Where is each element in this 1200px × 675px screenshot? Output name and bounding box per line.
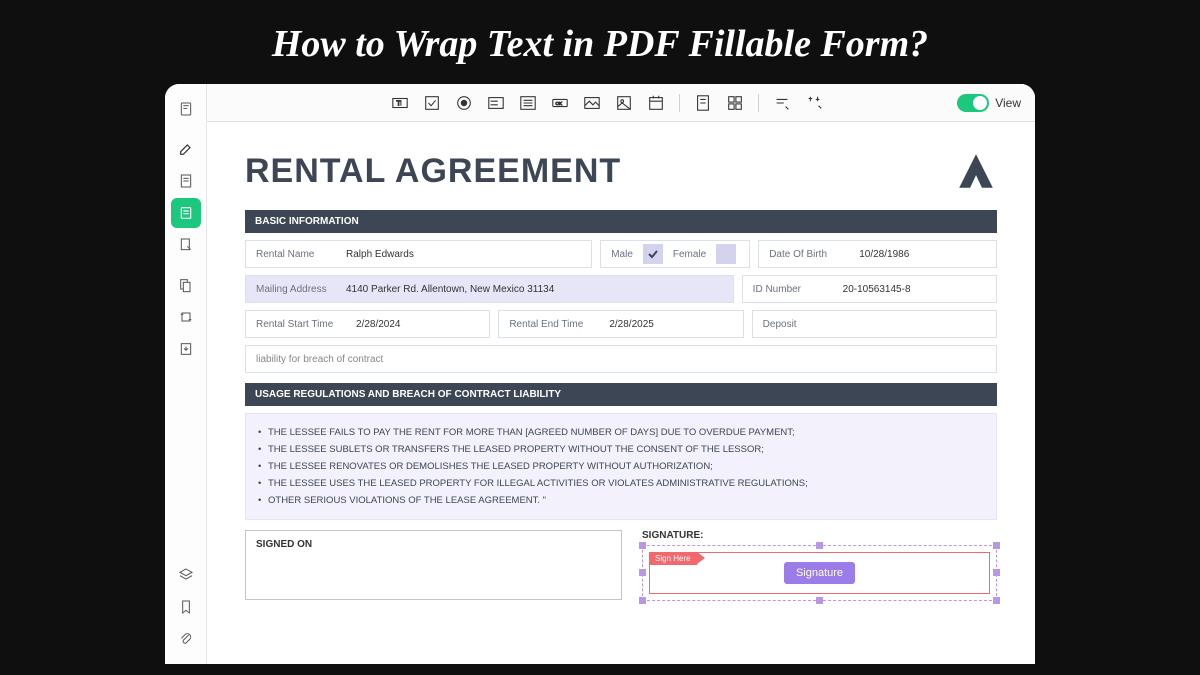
export-icon[interactable] <box>171 334 201 364</box>
resize-handle[interactable] <box>816 542 823 549</box>
checkbox-icon[interactable] <box>423 94 441 112</box>
resize-handle[interactable] <box>816 597 823 604</box>
highlight-icon[interactable] <box>171 134 201 164</box>
term-item: THE LESSEE USES THE LEASED PROPERTY FOR … <box>258 475 984 492</box>
liability-field[interactable]: liability for breach of contract <box>245 345 997 373</box>
text-field-icon[interactable]: T <box>391 94 409 112</box>
field-label: ID Number <box>753 284 843 295</box>
signature-field-selected[interactable]: Sign Here Signature <box>642 545 997 601</box>
term-item: THE LESSEE SUBLETS OR TRANSFERS THE LEAS… <box>258 441 984 458</box>
signature-label: SIGNATURE: <box>642 530 997 541</box>
id-number-field[interactable]: ID Number 20-10563145-8 <box>742 275 997 303</box>
resize-handle[interactable] <box>993 597 1000 604</box>
view-label: View <box>995 96 1021 110</box>
tools-icon[interactable] <box>805 94 823 112</box>
toolbar-separator <box>679 94 680 112</box>
main-area: T OK View R <box>207 84 1035 664</box>
field-value: 20-10563145-8 <box>843 284 911 295</box>
document-area: RENTAL AGREEMENT BASIC INFORMATION Renta… <box>207 122 1035 664</box>
document-title: RENTAL AGREEMENT <box>245 152 621 191</box>
signature-button[interactable]: Signature <box>784 562 855 584</box>
resize-handle[interactable] <box>993 569 1000 576</box>
female-checkbox[interactable] <box>716 244 736 264</box>
resize-handle[interactable] <box>639 569 646 576</box>
radio-icon[interactable] <box>455 94 473 112</box>
field-value: liability for breach of contract <box>256 354 383 365</box>
signed-on-field[interactable]: SIGNED ON <box>245 530 622 600</box>
rental-name-field[interactable]: Rental Name Ralph Edwards <box>245 240 592 268</box>
female-label: Female <box>673 249 706 260</box>
left-sidebar <box>165 84 207 664</box>
company-logo <box>955 150 997 192</box>
term-item: THE LESSEE FAILS TO PAY THE RENT FOR MOR… <box>258 424 984 441</box>
end-time-field[interactable]: Rental End Time 2/28/2025 <box>498 310 743 338</box>
dropdown-icon[interactable] <box>487 94 505 112</box>
term-item: THE LESSEE RENOVATES OR DEMOLISHES THE L… <box>258 458 984 475</box>
section-basic-info: BASIC INFORMATION <box>245 210 997 233</box>
field-value: 10/28/1986 <box>859 249 909 260</box>
field-label: Deposit <box>763 319 853 330</box>
doc-icon[interactable] <box>694 94 712 112</box>
field-label: Rental Name <box>256 249 346 260</box>
term-item: OTHER SERIOUS VIOLATIONS OF THE LEASE AG… <box>258 492 984 509</box>
male-label: Male <box>611 249 633 260</box>
crop-icon[interactable] <box>171 302 201 332</box>
field-label: Rental Start Time <box>256 319 356 330</box>
align-icon[interactable] <box>773 94 791 112</box>
field-value: 2/28/2025 <box>609 319 654 330</box>
button-icon[interactable]: OK <box>551 94 569 112</box>
toolbar-separator <box>758 94 759 112</box>
image-icon[interactable] <box>615 94 633 112</box>
copy-icon[interactable] <box>171 270 201 300</box>
image-field-icon[interactable] <box>583 94 601 112</box>
field-value: 4140 Parker Rd. Allentown, New Mexico 31… <box>346 284 554 295</box>
dob-field[interactable]: Date Of Birth 10/28/1986 <box>758 240 997 268</box>
resize-handle[interactable] <box>993 542 1000 549</box>
deposit-field[interactable]: Deposit <box>752 310 997 338</box>
field-value: Ralph Edwards <box>346 249 414 260</box>
view-toggle[interactable] <box>957 94 989 112</box>
signature-inner: Sign Here Signature <box>649 552 990 594</box>
date-icon[interactable] <box>647 94 665 112</box>
page-title: How to Wrap Text in PDF Fillable Form? <box>0 0 1200 84</box>
toolbar: T OK View <box>207 84 1035 122</box>
edit-page-icon[interactable] <box>171 230 201 260</box>
app-window: T OK View R <box>165 84 1035 664</box>
grid-icon[interactable] <box>726 94 744 112</box>
resize-handle[interactable] <box>639 597 646 604</box>
field-label: Date Of Birth <box>769 249 859 260</box>
male-checkbox[interactable] <box>643 244 663 264</box>
mailing-address-field[interactable]: Mailing Address 4140 Parker Rd. Allentow… <box>245 275 734 303</box>
page-icon[interactable] <box>171 94 201 124</box>
terms-box: THE LESSEE FAILS TO PAY THE RENT FOR MOR… <box>245 413 997 520</box>
notes-icon[interactable] <box>171 166 201 196</box>
attachment-icon[interactable] <box>171 624 201 654</box>
svg-text:OK: OK <box>556 100 563 105</box>
start-time-field[interactable]: Rental Start Time 2/28/2024 <box>245 310 490 338</box>
field-label: Mailing Address <box>256 284 346 295</box>
resize-handle[interactable] <box>639 542 646 549</box>
list-icon[interactable] <box>519 94 537 112</box>
gender-field: Male Female <box>600 240 750 268</box>
sign-here-badge: Sign Here <box>649 552 697 565</box>
signed-on-label: SIGNED ON <box>256 539 611 550</box>
form-icon[interactable] <box>171 198 201 228</box>
section-usage: USAGE REGULATIONS AND BREACH OF CONTRACT… <box>245 383 997 406</box>
layers-icon[interactable] <box>171 560 201 590</box>
field-value: 2/28/2024 <box>356 319 401 330</box>
field-label: Rental End Time <box>509 319 609 330</box>
bookmark-icon[interactable] <box>171 592 201 622</box>
